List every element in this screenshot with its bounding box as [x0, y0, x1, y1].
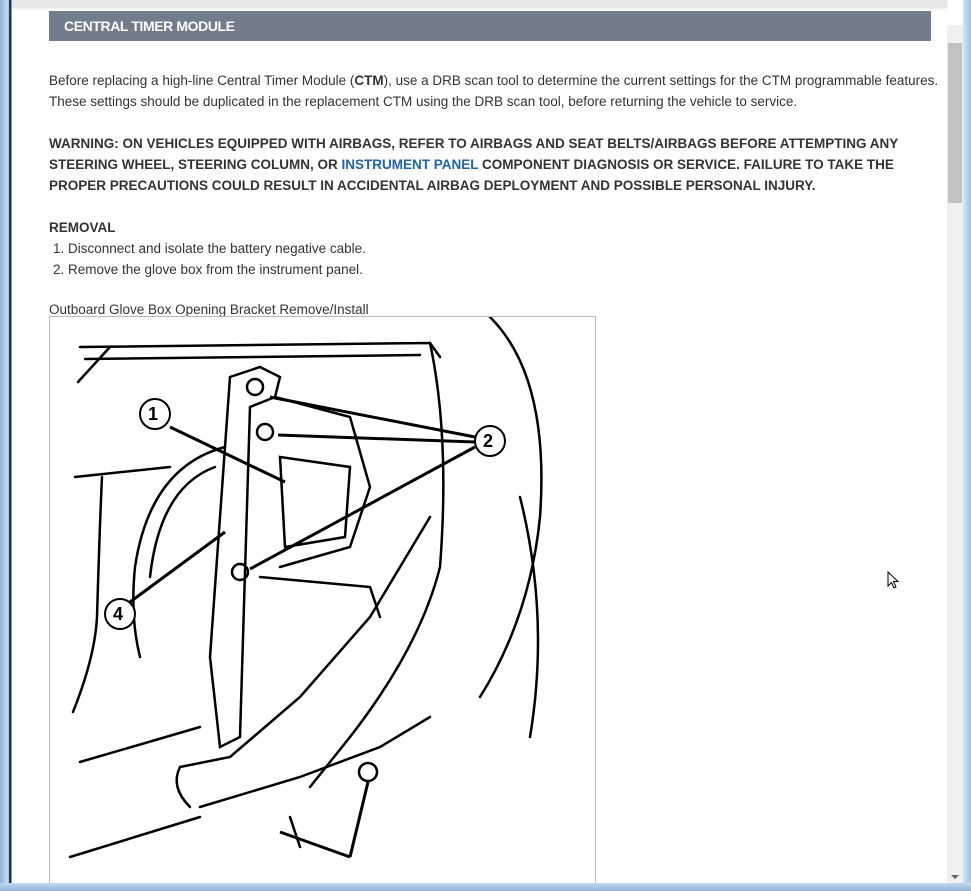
section-title: CENTRAL TIMER MODULE — [49, 11, 931, 41]
callout-2: 2 — [483, 431, 494, 451]
top-toolbar — [12, 0, 947, 7]
scroll-down-arrow-icon[interactable] — [951, 875, 959, 879]
window-frame-left — [0, 0, 12, 891]
step-item: Remove the glove box from the instrument… — [68, 259, 939, 280]
window-frame-right — [963, 0, 971, 891]
removal-heading: REMOVAL — [49, 220, 116, 235]
mouse-cursor-icon — [887, 570, 900, 595]
instrument-panel-link[interactable]: INSTRUMENT PANEL — [342, 157, 479, 172]
intro-paragraph: Before replacing a high-line Central Tim… — [49, 73, 939, 109]
vertical-scrollbar[interactable] — [947, 25, 963, 883]
callout-1: 1 — [148, 404, 159, 424]
scrollbar-thumb[interactable] — [948, 43, 962, 203]
window-frame-bottom — [0, 883, 971, 891]
removal-steps: Disconnect and isolate the battery negat… — [49, 238, 939, 280]
glove-box-bracket-illustration: 1 2 4 — [49, 315, 596, 883]
callout-4: 4 — [113, 604, 124, 624]
article-body: Before replacing a high-line Central Tim… — [49, 70, 939, 320]
warning-paragraph: WARNING: ON VEHICLES EQUIPPED WITH AIRBA… — [49, 136, 899, 193]
step-item: Disconnect and isolate the battery negat… — [68, 238, 939, 259]
document-page: CENTRAL TIMER MODULE Before replacing a … — [12, 0, 963, 883]
